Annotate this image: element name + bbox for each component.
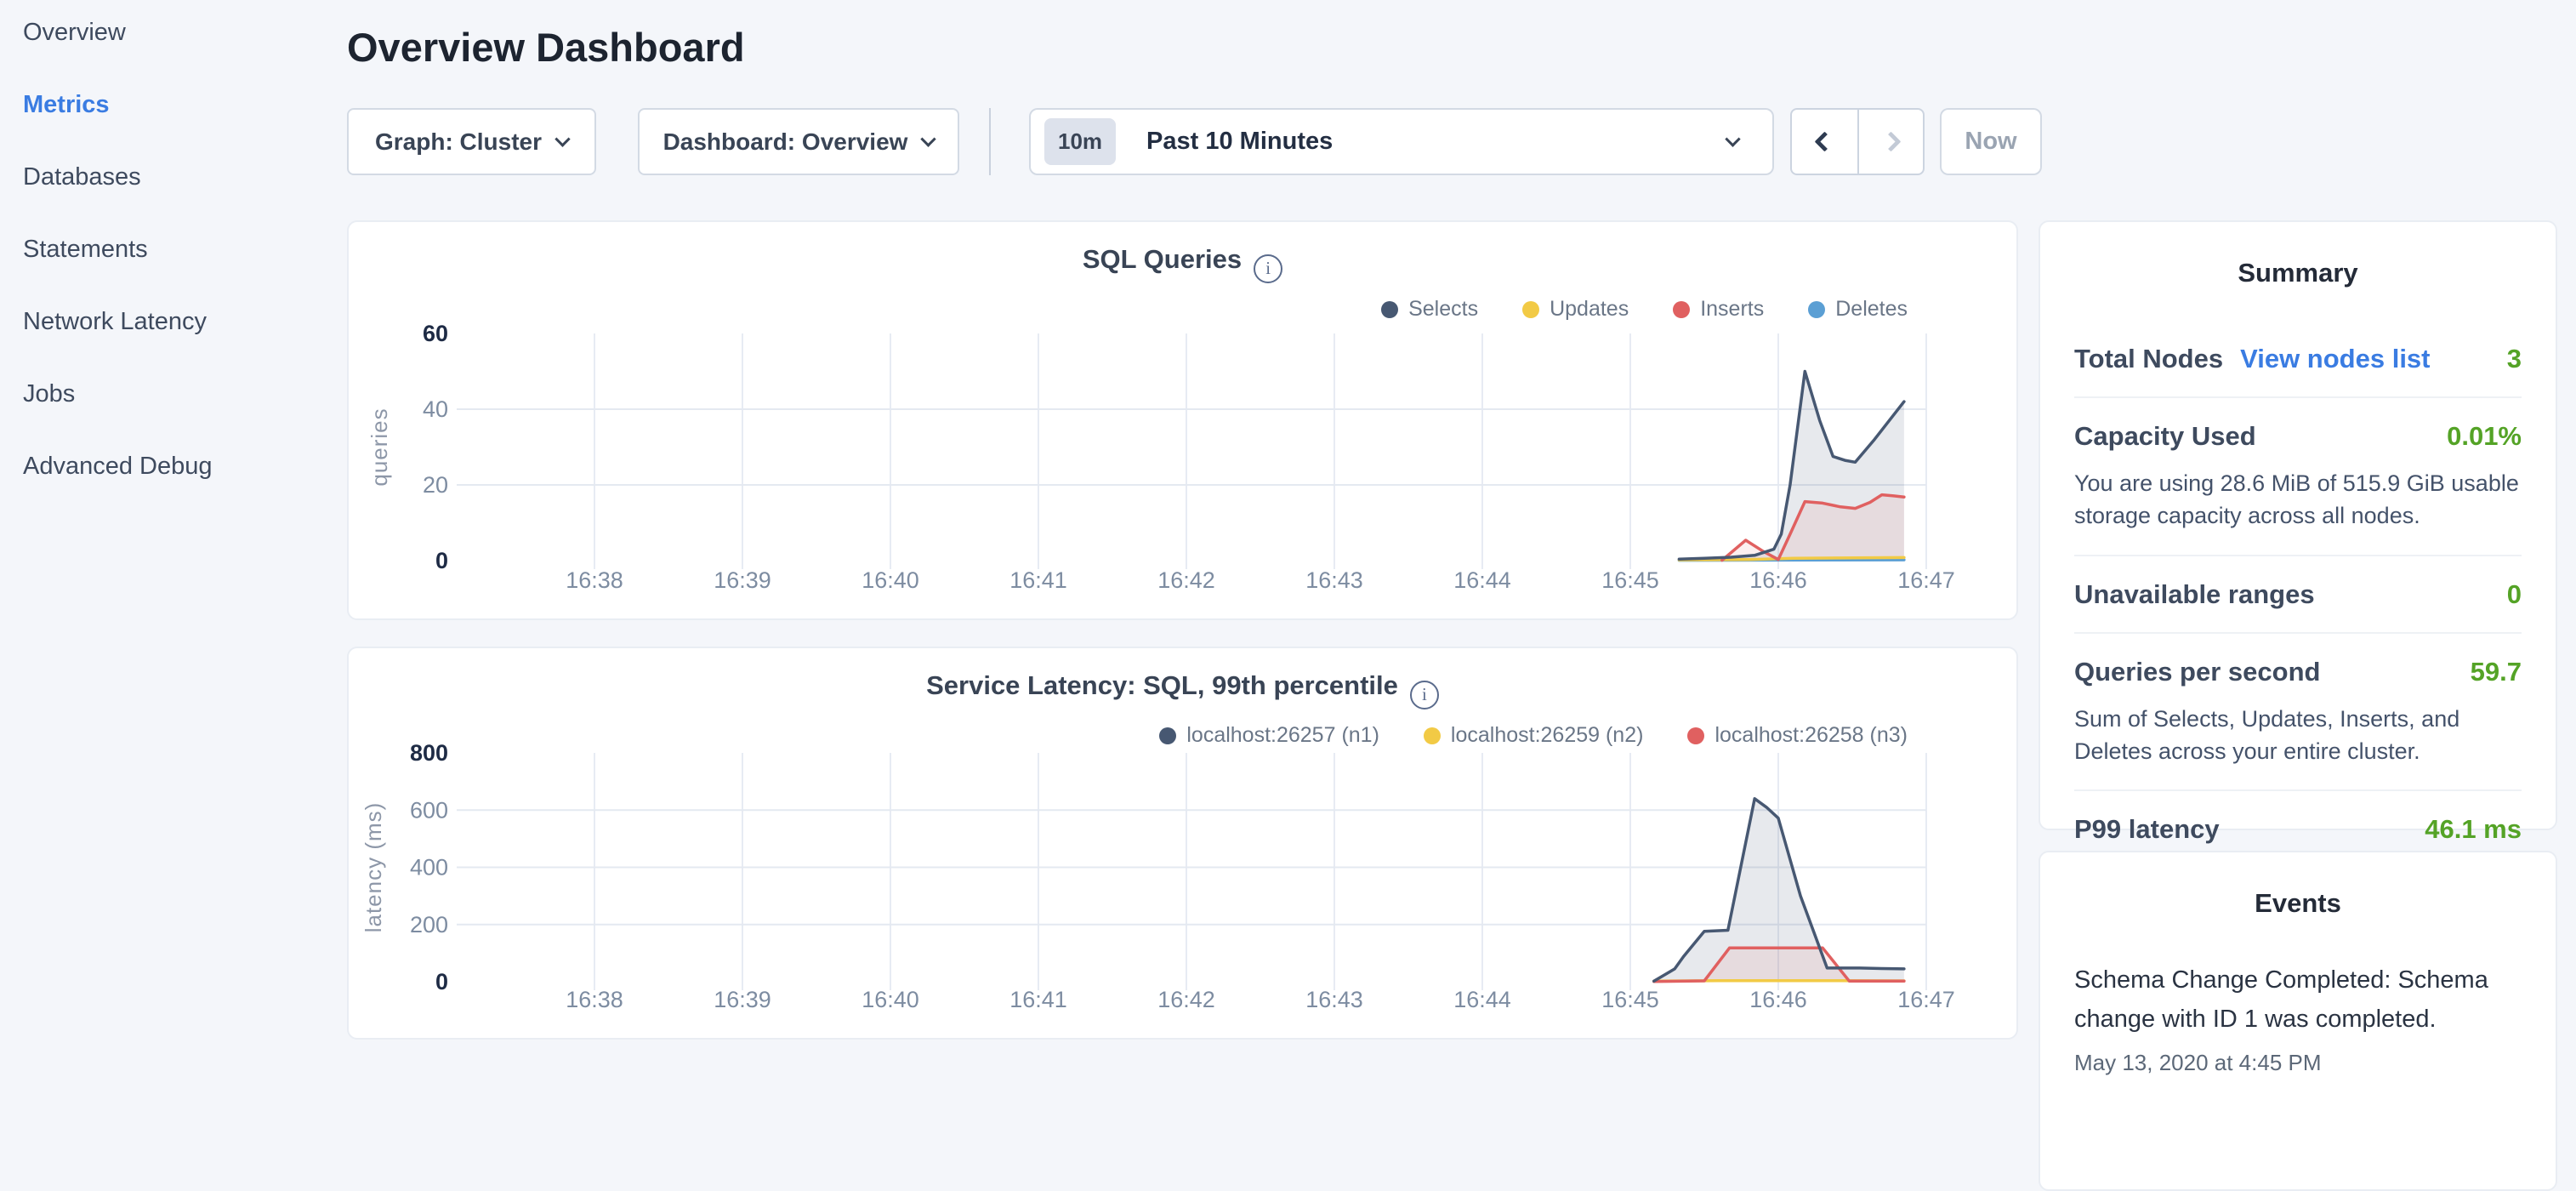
svg-text:0: 0	[435, 969, 448, 994]
sidebar-item-metrics[interactable]: Metrics	[23, 91, 347, 119]
events-panel: Events Schema Change Completed: Schema c…	[2039, 851, 2557, 1191]
service-latency-plot[interactable]: 16:38 16:39 16:40 16:41 16:42 16:43 16:44 16:45…	[349, 648, 2020, 1041]
svg-text:latency (ms): latency (ms)	[361, 802, 386, 933]
time-range-label: Past 10 Minutes	[1146, 128, 1333, 156]
summary-row-value: 0.01%	[2447, 421, 2522, 452]
summary-row-label: Unavailable ranges	[2074, 579, 2315, 610]
svg-text:16:47: 16:47	[1897, 567, 1955, 593]
dashboard-dropdown-label: Dashboard: Overview	[663, 128, 908, 156]
summary-row: Capacity Used 0.01% You are using 28.6 MiB…	[2074, 396, 2522, 555]
sidebar-item-advanced-debug[interactable]: Advanced Debug	[23, 453, 347, 481]
graph-dropdown[interactable]: Graph: Cluster	[347, 108, 596, 175]
summary-row: Unavailable ranges 0	[2074, 555, 2522, 632]
svg-text:16:39: 16:39	[714, 567, 771, 593]
sidebar-item-jobs[interactable]: Jobs	[23, 380, 347, 408]
svg-text:16:47: 16:47	[1897, 987, 1955, 1012]
sidebar-item-overview[interactable]: Overview	[23, 19, 347, 47]
summary-row-value: 59.7	[2471, 657, 2522, 687]
svg-text:16:42: 16:42	[1157, 567, 1215, 593]
svg-text:16:43: 16:43	[1305, 567, 1363, 593]
svg-text:16:46: 16:46	[1749, 987, 1807, 1012]
svg-text:20: 20	[423, 472, 448, 498]
summary-rows: Total Nodes View nodes list 3 Capacity Used…	[2074, 321, 2522, 867]
summary-row-label: Total Nodes	[2074, 344, 2223, 374]
summary-row-label: Capacity Used	[2074, 421, 2256, 452]
svg-text:queries: queries	[367, 407, 392, 486]
svg-text:0: 0	[435, 548, 448, 573]
sql-queries-chart-card: SQL Queriesi SelectsUpdatesInsertsDelete…	[347, 220, 2018, 620]
service-latency-chart-card: Service Latency: SQL, 99th percentilei l…	[347, 647, 2018, 1040]
sidebar-item-databases[interactable]: Databases	[23, 163, 347, 191]
svg-text:400: 400	[410, 855, 448, 880]
event-text: Schema Change Completed: Schema change w…	[2074, 961, 2522, 1040]
time-step-group	[1790, 108, 1925, 175]
time-step-back-button[interactable]	[1792, 110, 1857, 174]
chevron-left-icon	[1814, 131, 1834, 151]
svg-text:16:44: 16:44	[1453, 567, 1511, 593]
summary-row: Total Nodes View nodes list 3	[2074, 321, 2522, 396]
now-button-label: Now	[1965, 128, 2016, 156]
sidebar-nav: Overview Metrics Databases Statements Networ…	[0, 0, 347, 1051]
view-nodes-list-link[interactable]: View nodes list	[2240, 344, 2430, 374]
sql-queries-plot[interactable]: 16:38 16:39 16:40 16:41 16:42 16:43 16:44 16:45…	[349, 222, 2020, 622]
chevron-down-icon	[1725, 131, 1740, 146]
svg-text:16:44: 16:44	[1453, 987, 1511, 1012]
time-step-forward-button[interactable]	[1857, 110, 1923, 174]
now-button[interactable]: Now	[1940, 108, 2042, 175]
svg-text:16:45: 16:45	[1601, 987, 1659, 1012]
summary-row-subtext: You are using 28.6 MiB of 515.9 GiB usab…	[2074, 467, 2522, 533]
dashboard-dropdown[interactable]: Dashboard: Overview	[638, 108, 959, 175]
svg-text:200: 200	[410, 912, 448, 937]
summary-row-value: 0	[2507, 579, 2522, 610]
svg-text:800: 800	[410, 740, 448, 766]
controls-divider	[989, 108, 991, 175]
sidebar-item-network-latency[interactable]: Network Latency	[23, 308, 347, 336]
summary-title: Summary	[2074, 248, 2522, 295]
svg-text:16:40: 16:40	[862, 567, 919, 593]
summary-row-label: Queries per second	[2074, 657, 2320, 687]
time-range-badge: 10m	[1044, 118, 1116, 165]
summary-row-label: P99 latency	[2074, 814, 2220, 845]
svg-text:16:39: 16:39	[714, 987, 771, 1012]
svg-text:16:41: 16:41	[1009, 567, 1067, 593]
chevron-down-icon	[554, 131, 570, 146]
overview-dashboard-page: { "sidebar": { "items": [ {"label": "Ove…	[0, 0, 2576, 1051]
svg-text:16:46: 16:46	[1749, 567, 1807, 593]
svg-text:16:38: 16:38	[566, 987, 623, 1012]
svg-text:16:40: 16:40	[862, 987, 919, 1012]
event-timestamp: May 13, 2020 at 4:45 PM	[2074, 1050, 2522, 1076]
svg-text:40: 40	[423, 396, 448, 422]
chevron-right-icon	[1880, 131, 1901, 151]
summary-panel: Summary Total Nodes View nodes list 3 Capac…	[2039, 220, 2557, 830]
svg-text:16:38: 16:38	[566, 567, 623, 593]
svg-text:16:45: 16:45	[1601, 567, 1659, 593]
graph-dropdown-label: Graph: Cluster	[375, 128, 542, 156]
page-title: Overview Dashboard	[347, 24, 745, 71]
summary-row-value: 3	[2507, 344, 2522, 374]
summary-row-subtext: Sum of Selects, Updates, Inserts, and De…	[2074, 703, 2522, 768]
chevron-down-icon	[921, 131, 936, 146]
sidebar-item-statements[interactable]: Statements	[23, 236, 347, 264]
time-range-dropdown[interactable]: 10m Past 10 Minutes	[1029, 108, 1774, 175]
svg-text:600: 600	[410, 797, 448, 823]
svg-text:16:41: 16:41	[1009, 987, 1067, 1012]
svg-text:16:43: 16:43	[1305, 987, 1363, 1012]
svg-text:16:42: 16:42	[1157, 987, 1215, 1012]
event-item[interactable]: Schema Change Completed: Schema change w…	[2074, 961, 2522, 1076]
summary-row-value: 46.1 ms	[2425, 814, 2522, 845]
main-content: Overview Dashboard Graph: Cluster Dashbo…	[347, 0, 2018, 1051]
events-title: Events	[2074, 878, 2522, 926]
events-list: Schema Change Completed: Schema change w…	[2074, 961, 2522, 1076]
summary-row: Queries per second 59.7 Sum of Selects, Up…	[2074, 632, 2522, 790]
svg-text:60: 60	[423, 321, 448, 346]
